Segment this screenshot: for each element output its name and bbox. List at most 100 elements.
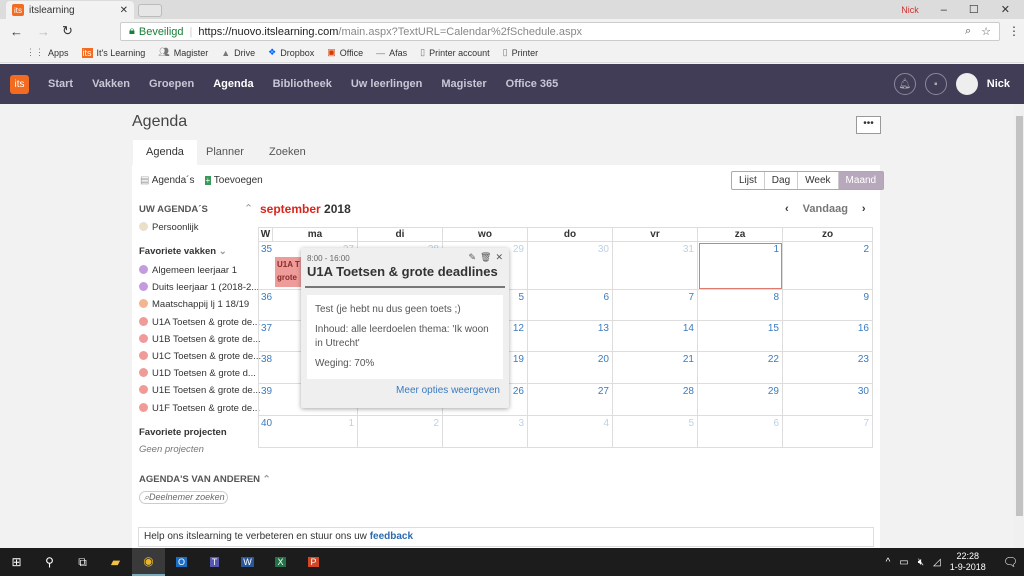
wifi-icon[interactable]: ◿ [933,557,941,568]
minimize-icon[interactable]: – [941,4,947,16]
day-cell[interactable]: 31 [613,242,698,290]
day-cell[interactable]: 9 [783,290,873,321]
nav-item-groepen[interactable]: Groepen [149,78,194,90]
word-icon[interactable]: W [231,548,264,576]
nav-item-bibliotheek[interactable]: Bibliotheek [273,78,332,90]
day-cell[interactable]: 4 [528,416,613,448]
feedback-link[interactable]: feedback [370,531,413,542]
day-cell[interactable]: 5 [613,416,698,448]
close-window-icon[interactable]: ✕ [1001,3,1010,16]
next-month-icon[interactable]: › [862,203,866,215]
day-cell[interactable]: 7 [613,290,698,321]
tray-chevron-icon[interactable]: ^ [886,557,891,568]
bookmark-item[interactable]: ▯ Printer account [420,47,489,58]
bookmark-item[interactable]: 👥︎ Magister [158,47,208,58]
windows-start-icon[interactable]: ⊞ [0,548,33,576]
nav-item-office-365[interactable]: Office 365 [506,78,559,90]
edit-icon[interactable]: ✎ [468,252,476,263]
course-item[interactable]: Maatschappij lj 1 18/19 [139,298,249,315]
bookmark-item[interactable]: ▣ Office [327,47,363,58]
search-icon[interactable]: ⚲ [33,548,66,576]
url-input[interactable]: 🔒︎ Beveiligd | https://nuovo.itslearning.co… [120,22,1000,41]
tab-planner[interactable]: Planner [193,140,257,165]
maximize-icon[interactable]: ☐ [969,3,979,16]
page-scrollbar[interactable] [1014,104,1024,548]
day-cell[interactable]: 7 [783,416,873,448]
bookmark-item[interactable]: ▲ Drive [221,48,255,58]
agendas-button[interactable]: ▤ Agenda´s [140,175,195,186]
powerpoint-icon[interactable]: P [297,548,330,576]
notifications-bell-icon[interactable]: 🔔︎ [893,73,916,95]
view-week[interactable]: Week [798,172,839,189]
prev-month-icon[interactable]: ‹ [785,203,789,215]
tab-agenda[interactable]: Agenda [133,140,197,165]
battery-icon[interactable]: ▭ [899,557,908,568]
day-cell[interactable]: 16 [783,321,873,352]
course-item[interactable]: U1A Toetsen & grote de... [139,316,260,333]
collapse-icon[interactable]: ⌃ [244,202,253,215]
user-name[interactable]: Nick [987,78,1010,90]
agenda-item-personal[interactable]: Persoonlijk [139,221,198,238]
day-cell[interactable]: 28 [613,384,698,416]
view-dag[interactable]: Dag [765,172,799,189]
day-cell[interactable]: 23 [783,352,873,384]
day-cell[interactable]: 29 [698,384,783,416]
favorite-courses-heading[interactable]: Favoriete vakken ⌄ [139,246,227,257]
task-view-icon[interactable]: ⧉ [66,548,99,576]
day-cell[interactable]: 3 [443,416,528,448]
file-explorer-icon[interactable]: ▰ [99,548,132,576]
bookmark-item[interactable]: ⋮⋮ Apps [26,47,69,58]
participant-search-input[interactable]: ⌕Deelnemer zoeken [139,491,228,504]
zoom-search-icon[interactable]: ⌕ [965,25,971,38]
outlook-icon[interactable]: O [165,548,198,576]
course-item[interactable]: U1C Toetsen & grote de... [139,350,261,367]
close-icon[interactable]: ✕ [495,252,503,263]
day-cell[interactable]: 21 [613,352,698,384]
day-cell[interactable]: 15 [698,321,783,352]
bookmark-item[interactable]: its It's Learning [81,47,145,58]
course-item[interactable]: Algemeen leerjaar 1 [139,264,237,281]
day-cell[interactable]: 13 [528,321,613,352]
day-cell[interactable]: 1 [273,416,358,448]
its-logo[interactable]: its [10,74,29,94]
add-button[interactable]: + Toevoegen [204,175,263,186]
day-cell[interactable]: 2 [783,242,873,290]
nav-item-magister[interactable]: Magister [441,78,486,90]
messages-icon[interactable]: ▪ [924,73,947,95]
day-cell[interactable]: 2 [358,416,443,448]
day-cell[interactable]: 22 [698,352,783,384]
collapse-icon[interactable]: ⌃ [263,474,271,485]
nav-item-uw-leerlingen[interactable]: Uw leerlingen [351,78,423,90]
reload-icon[interactable]: ↻ [62,23,73,39]
day-cell[interactable]: 27 [528,384,613,416]
bookmark-item[interactable]: — Afas [376,48,407,58]
browser-tab[interactable]: its itslearning ✕ [6,1,134,19]
bookmark-item[interactable]: ❖ Dropbox [268,47,314,58]
bookmark-item[interactable]: ▯ Printer [503,47,538,58]
today-button[interactable]: Vandaag [803,203,848,215]
course-item[interactable]: U1B Toetsen & grote de... [139,333,261,350]
course-item[interactable]: U1E Toetsen & grote de... [139,384,261,401]
close-tab-icon[interactable]: ✕ [120,5,128,16]
view-lijst[interactable]: Lijst [732,172,765,189]
day-cell[interactable]: 14 [613,321,698,352]
teams-icon[interactable]: T [198,548,231,576]
excel-icon[interactable]: X [264,548,297,576]
chrome-icon[interactable]: ◉ [132,548,165,576]
nav-item-vakken[interactable]: Vakken [92,78,130,90]
forward-icon[interactable]: → [37,24,50,39]
tab-zoeken[interactable]: Zoeken [256,140,319,165]
day-cell[interactable]: 20 [528,352,613,384]
avatar[interactable] [955,73,978,95]
new-tab-button[interactable] [138,4,162,17]
more-options-button[interactable]: ••• [856,116,881,134]
back-icon[interactable]: ← [10,24,23,39]
action-center-icon[interactable]: 🗨︎ [1003,555,1018,569]
delete-icon[interactable]: 🗑︎ [480,252,491,263]
day-cell[interactable]: 1 [698,242,783,290]
day-cell[interactable]: 30 [783,384,873,416]
volume-muted-icon[interactable]: 🔇︎ [918,557,924,568]
profile-button[interactable]: Nick [901,5,919,15]
menu-icon[interactable]: ⋮ [1008,24,1020,38]
star-icon[interactable]: ☆ [981,25,991,38]
